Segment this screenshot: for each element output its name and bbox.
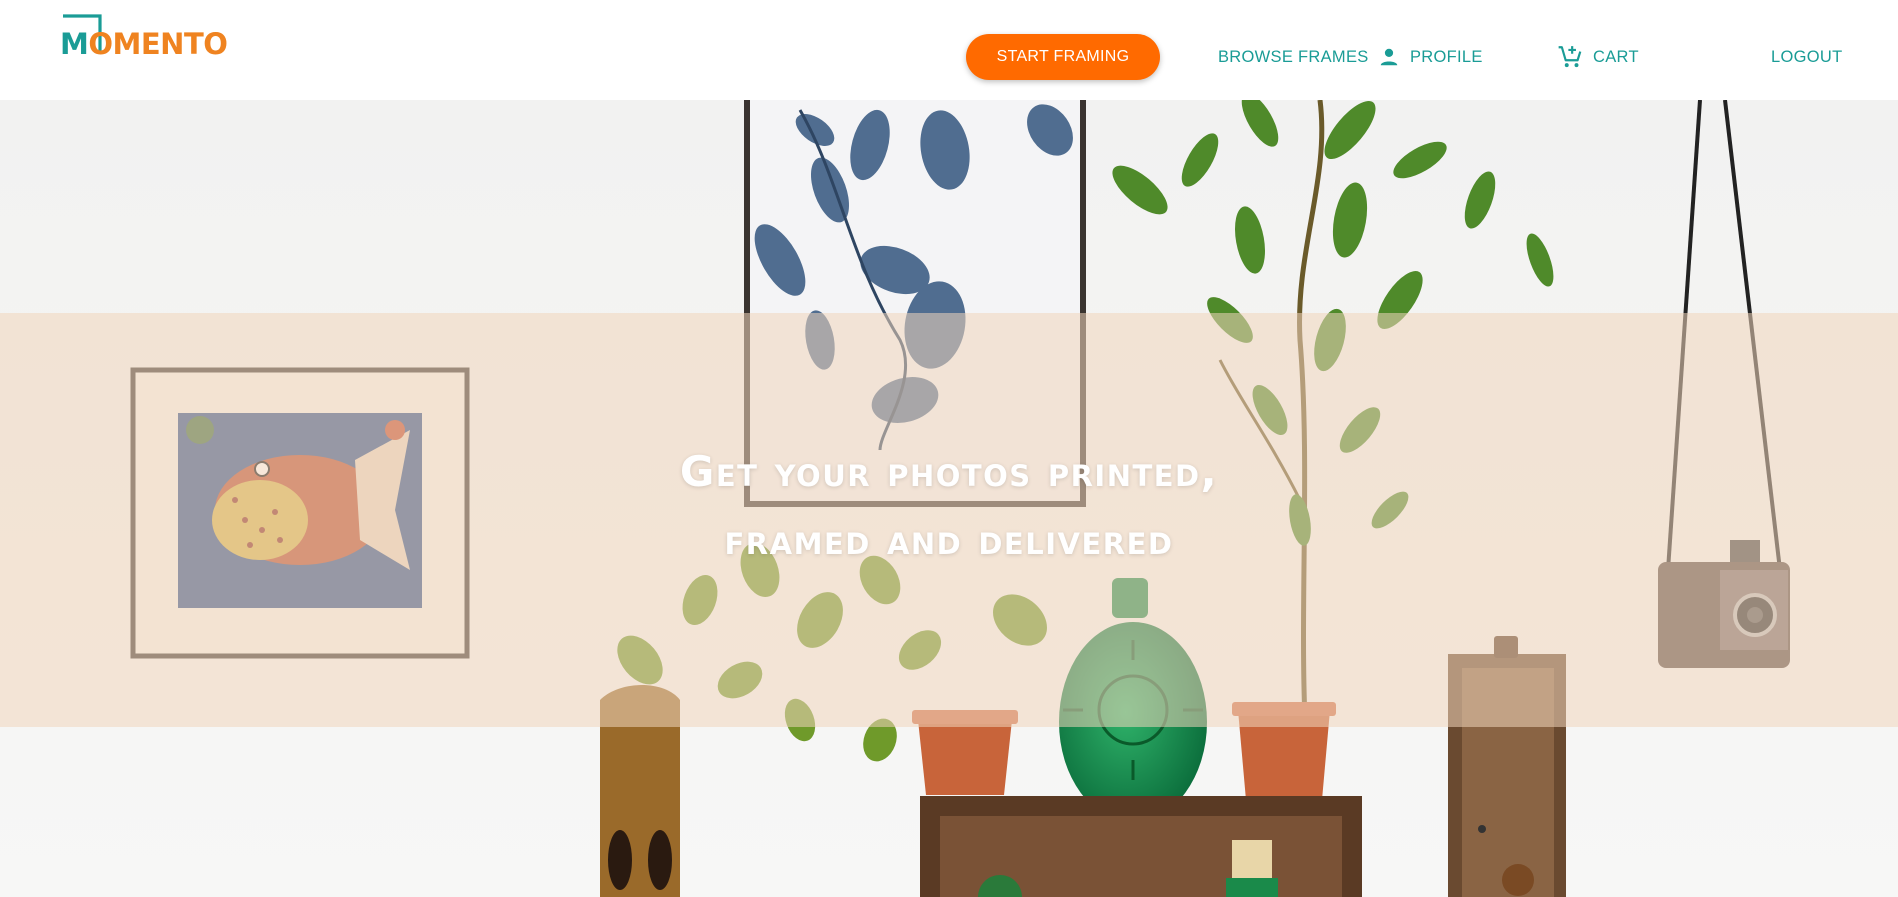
hero-title-line-1: Get your photos printed, bbox=[679, 447, 1219, 496]
cart-link[interactable]: CART bbox=[1557, 46, 1639, 68]
logo-text: MOMENTO bbox=[60, 27, 228, 61]
browse-frames-label: BROWSE FRAMES bbox=[1218, 47, 1369, 66]
add-cart-icon bbox=[1558, 46, 1582, 68]
logout-link[interactable]: LOGOUT bbox=[1771, 46, 1842, 68]
site-header: MOMENTO START FRAMING BROWSE FRAMES PROF… bbox=[0, 0, 1898, 100]
cart-label: CART bbox=[1593, 47, 1639, 66]
profile-label: PROFILE bbox=[1410, 47, 1483, 66]
start-framing-button[interactable]: START FRAMING bbox=[966, 34, 1160, 80]
hero-title-line-2: framed and delivered bbox=[724, 515, 1174, 564]
logout-label: LOGOUT bbox=[1771, 47, 1843, 66]
hero-section: Get your photos printed, framed and deli… bbox=[0, 100, 1898, 897]
person-icon bbox=[1380, 48, 1398, 66]
browse-frames-link[interactable]: BROWSE FRAMES bbox=[1218, 46, 1369, 68]
main-nav: START FRAMING BROWSE FRAMES PROFILE CART… bbox=[938, 0, 1898, 100]
momento-logo[interactable]: MOMENTO bbox=[60, 14, 240, 60]
hero-title: Get your photos printed, framed and deli… bbox=[0, 438, 1898, 578]
wooden-shelf bbox=[920, 796, 1362, 897]
profile-link[interactable]: PROFILE bbox=[1378, 46, 1483, 68]
